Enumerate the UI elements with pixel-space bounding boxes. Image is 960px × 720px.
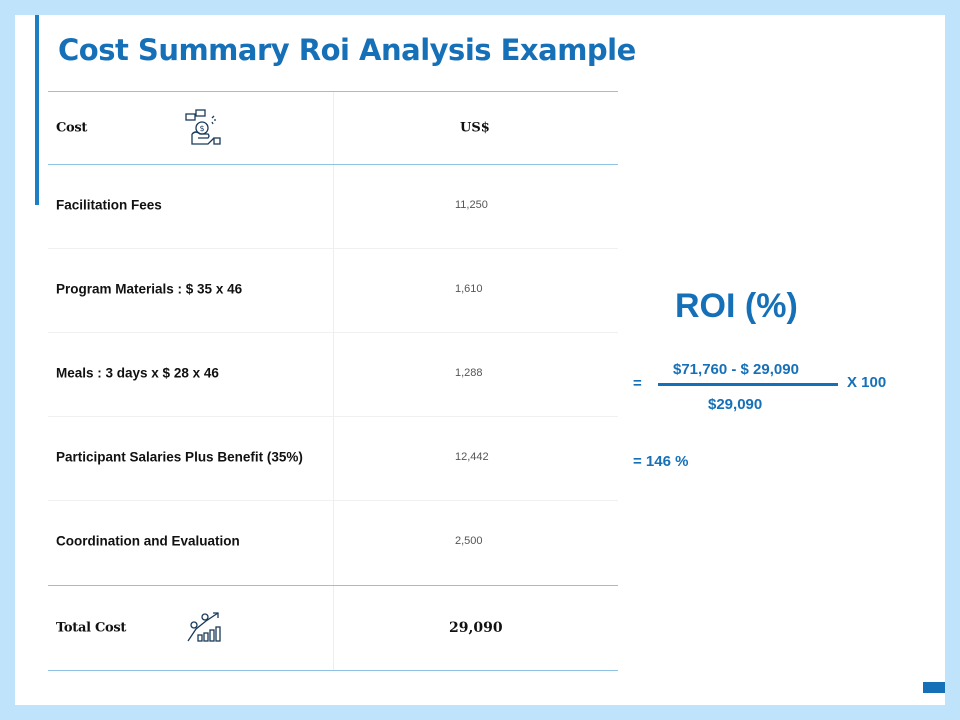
column-divider bbox=[333, 586, 334, 670]
row-value: 2,500 bbox=[455, 535, 483, 547]
row-value: 1,288 bbox=[455, 367, 483, 379]
roi-denominator: $29,090 bbox=[708, 396, 763, 413]
table-header-row: Cost $ US$ bbox=[48, 91, 618, 165]
column-divider bbox=[333, 249, 334, 333]
roi-title: ROI (%) bbox=[675, 287, 798, 325]
table-total-row: Total Cost 29,090 bbox=[48, 585, 618, 671]
row-value: 1,610 bbox=[455, 283, 483, 295]
total-value: 29,090 bbox=[449, 620, 503, 636]
row-label: Facilitation Fees bbox=[56, 197, 162, 213]
row-label: Coordination and Evaluation bbox=[56, 533, 240, 549]
row-value: 11,250 bbox=[455, 199, 488, 211]
cost-table: Cost $ US$ Facilitation Fees 11,250 Prog… bbox=[48, 91, 618, 671]
corner-accent bbox=[923, 682, 945, 693]
roi-result: = 146 % bbox=[633, 453, 689, 470]
roi-equals-sign: = bbox=[633, 375, 642, 392]
table-row: Meals : 3 days x $ 28 x 46 1,288 bbox=[48, 333, 618, 417]
column-divider bbox=[333, 501, 334, 585]
column-divider bbox=[333, 333, 334, 417]
table-row: Coordination and Evaluation 2,500 bbox=[48, 501, 618, 585]
row-label: Meals : 3 days x $ 28 x 46 bbox=[56, 365, 219, 381]
svg-text:$: $ bbox=[200, 124, 205, 133]
table-row: Program Materials : $ 35 x 46 1,610 bbox=[48, 249, 618, 333]
row-value: 12,442 bbox=[455, 451, 489, 463]
total-label: Total Cost bbox=[56, 620, 127, 636]
growth-chart-icon bbox=[187, 612, 221, 642]
fraction-line bbox=[658, 383, 838, 386]
row-label: Participant Salaries Plus Benefit (35%) bbox=[56, 449, 303, 465]
page-title: Cost Summary Roi Analysis Example bbox=[58, 33, 636, 67]
table-row: Participant Salaries Plus Benefit (35%) … bbox=[48, 417, 618, 501]
header-cost-label: Cost bbox=[56, 120, 88, 136]
accent-bar bbox=[35, 15, 39, 205]
money-hand-icon: $ bbox=[185, 109, 221, 145]
slide: Cost Summary Roi Analysis Example Cost $… bbox=[15, 15, 945, 705]
table-row: Facilitation Fees 11,250 bbox=[48, 165, 618, 249]
row-label: Program Materials : $ 35 x 46 bbox=[56, 281, 243, 297]
column-divider bbox=[333, 92, 334, 164]
roi-multiplier: X 100 bbox=[847, 374, 887, 391]
header-currency-label: US$ bbox=[460, 120, 490, 136]
roi-numerator: $71,760 - $ 29,090 bbox=[673, 361, 799, 378]
column-divider bbox=[333, 417, 334, 501]
column-divider bbox=[333, 165, 334, 249]
